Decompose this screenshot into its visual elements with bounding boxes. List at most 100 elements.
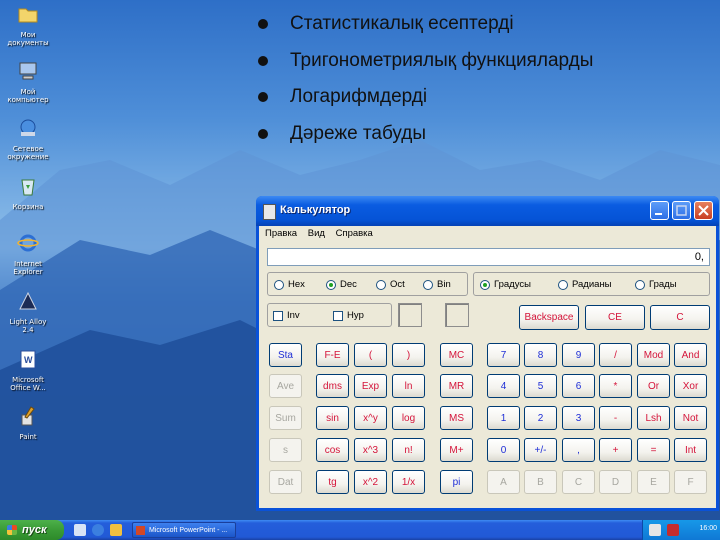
memory-indicator	[398, 303, 422, 327]
parenthesis-indicator	[445, 303, 469, 327]
radio-oct[interactable]: Oct	[376, 279, 405, 290]
tray-antivirus-icon[interactable]	[667, 524, 679, 536]
radio-grads[interactable]: Грады	[635, 279, 677, 290]
hex-d-button[interactable]: D	[599, 470, 632, 494]
dat-button[interactable]: Dat	[269, 470, 302, 494]
memory-clear-button[interactable]: MC	[440, 343, 473, 367]
pi-button[interactable]: pi	[440, 470, 473, 494]
hex-b-button[interactable]: B	[524, 470, 557, 494]
radio-label: Грады	[649, 279, 677, 290]
digit-8-button[interactable]: 8	[524, 343, 557, 367]
digit-0-button[interactable]: 0	[487, 438, 520, 462]
radio-dec[interactable]: Dec	[326, 279, 357, 290]
log-button[interactable]: log	[392, 406, 425, 430]
memory-add-button[interactable]: M+	[440, 438, 473, 462]
equals-button[interactable]: =	[637, 438, 670, 462]
checkbox-hyp[interactable]: Hyp	[333, 310, 364, 321]
reciprocal-button[interactable]: 1/x	[392, 470, 425, 494]
tan-button[interactable]: tg	[316, 470, 349, 494]
menu-help[interactable]: Справка	[336, 228, 373, 239]
desktop-icon-network[interactable]: Сетевое окружение	[3, 117, 53, 161]
clock: 16:00	[699, 525, 717, 532]
memory-recall-button[interactable]: MR	[440, 374, 473, 398]
start-button[interactable]: пуск	[0, 520, 64, 540]
menu-view[interactable]: Вид	[308, 228, 325, 239]
lsh-button[interactable]: Lsh	[637, 406, 670, 430]
backspace-button[interactable]: Backspace	[519, 305, 579, 330]
power-button[interactable]: x^y	[354, 406, 387, 430]
divide-button[interactable]: /	[599, 343, 632, 367]
hex-e-button[interactable]: E	[637, 470, 670, 494]
radio-circle-icon	[274, 279, 284, 290]
checkbox-inv[interactable]: Inv	[273, 310, 300, 321]
desktop-icon-label: Light Alloy 2.4	[9, 318, 47, 334]
desktop-icon-recycle-bin[interactable]: Корзина	[3, 175, 53, 211]
close-paren-button[interactable]: )	[392, 343, 425, 367]
dms-button[interactable]: dms	[316, 374, 349, 398]
decimal-button[interactable]: ,	[562, 438, 595, 462]
hex-a-button[interactable]: A	[487, 470, 520, 494]
ave-button[interactable]: Ave	[269, 374, 302, 398]
desktop-icon-light-alloy[interactable]: Light Alloy 2.4	[3, 290, 53, 334]
xor-button[interactable]: Xor	[674, 374, 707, 398]
hex-f-button[interactable]: F	[674, 470, 707, 494]
desktop-icon-my-computer[interactable]: Мой компьютер	[3, 60, 53, 104]
memory-store-button[interactable]: MS	[440, 406, 473, 430]
cos-button[interactable]: cos	[316, 438, 349, 462]
menu-edit[interactable]: Правка	[265, 228, 297, 239]
desktop-icon-my-documents[interactable]: Мои документы	[3, 3, 53, 47]
taskbar-item-powerpoint[interactable]: Microsoft PowerPoint - ...	[132, 522, 236, 538]
radio-bin[interactable]: Bin	[423, 279, 451, 290]
windows-flag-icon	[7, 525, 17, 535]
digit-4-button[interactable]: 4	[487, 374, 520, 398]
digit-6-button[interactable]: 6	[562, 374, 595, 398]
negate-button[interactable]: +/-	[524, 438, 557, 462]
desktop-icon-word[interactable]: W Microsoft Office W...	[3, 348, 53, 392]
hex-c-button[interactable]: C	[562, 470, 595, 494]
and-button[interactable]: And	[674, 343, 707, 367]
digit-5-button[interactable]: 5	[524, 374, 557, 398]
add-button[interactable]: +	[599, 438, 632, 462]
radio-label: Градусы	[494, 279, 531, 290]
minimize-button[interactable]	[650, 201, 669, 220]
sum-button[interactable]: Sum	[269, 406, 302, 430]
s-button[interactable]: s	[269, 438, 302, 462]
digit-2-button[interactable]: 2	[524, 406, 557, 430]
desktop-icon-ie[interactable]: Internet Explorer	[3, 232, 53, 276]
mod-button[interactable]: Mod	[637, 343, 670, 367]
digit-1-button[interactable]: 1	[487, 406, 520, 430]
radio-degrees[interactable]: Градусы	[480, 279, 531, 290]
ie-quicklaunch-icon[interactable]	[92, 524, 104, 536]
open-paren-button[interactable]: (	[354, 343, 387, 367]
multiply-button[interactable]: *	[599, 374, 632, 398]
desktop-icon-paint[interactable]: Paint	[3, 405, 53, 441]
clear-entry-button[interactable]: CE	[585, 305, 645, 330]
or-button[interactable]: Or	[637, 374, 670, 398]
maximize-button[interactable]	[672, 201, 691, 220]
digit-3-button[interactable]: 3	[562, 406, 595, 430]
clear-button[interactable]: C	[650, 305, 710, 330]
int-button[interactable]: Int	[674, 438, 707, 462]
square-button[interactable]: x^2	[354, 470, 387, 494]
calculator-titlebar[interactable]: Калькулятор	[256, 196, 719, 226]
tray-language-icon[interactable]	[649, 524, 661, 536]
factorial-button[interactable]: n!	[392, 438, 425, 462]
digit-9-button[interactable]: 9	[562, 343, 595, 367]
exp-button[interactable]: Exp	[354, 374, 387, 398]
cube-button[interactable]: x^3	[354, 438, 387, 462]
sin-button[interactable]: sin	[316, 406, 349, 430]
close-button[interactable]	[694, 201, 713, 220]
radio-hex[interactable]: Hex	[274, 279, 305, 290]
radio-circle-icon	[423, 279, 433, 290]
media-quicklaunch-icon[interactable]	[110, 524, 122, 536]
fe-button[interactable]: F-E	[316, 343, 349, 367]
radio-radians[interactable]: Радианы	[558, 279, 612, 290]
not-button[interactable]: Not	[674, 406, 707, 430]
sta-button[interactable]: Sta	[269, 343, 302, 367]
desktop-icon-label: Paint	[19, 433, 37, 441]
subtract-button[interactable]: -	[599, 406, 632, 430]
show-desktop-icon[interactable]	[74, 524, 86, 536]
radio-label: Dec	[340, 279, 357, 290]
ln-button[interactable]: ln	[392, 374, 425, 398]
digit-7-button[interactable]: 7	[487, 343, 520, 367]
